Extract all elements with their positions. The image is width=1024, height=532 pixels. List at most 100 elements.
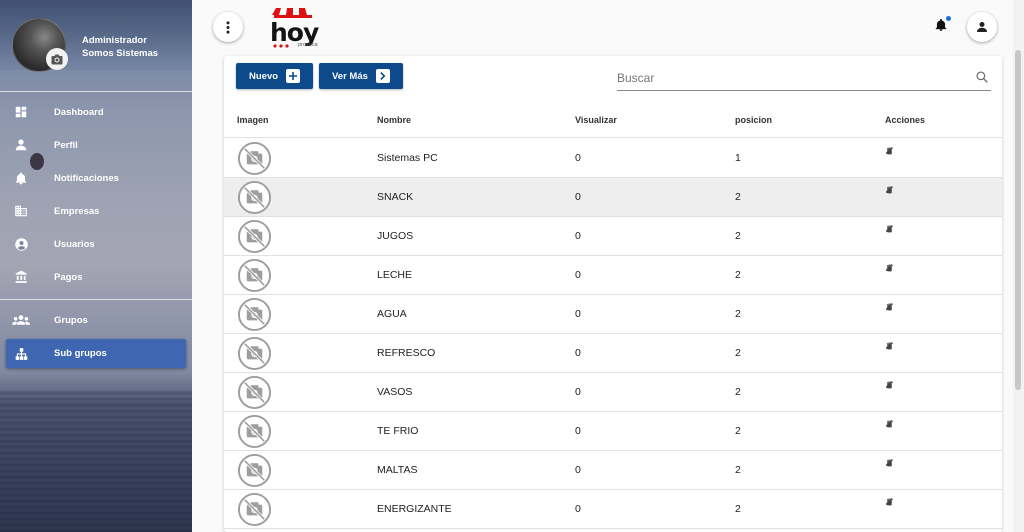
sidebar-item-pagos[interactable]: Pagos [6, 263, 186, 291]
sidebar-item-grupos[interactable]: Grupos [6, 306, 186, 334]
search-input[interactable] [617, 69, 957, 87]
camera-icon[interactable] [46, 48, 68, 70]
logo-dots [273, 44, 289, 48]
cell-nombre: ENERGIZANTE [377, 503, 452, 515]
cell-nombre: LECHE [377, 269, 413, 281]
cell-nombre: REFRESCO [377, 347, 436, 359]
no-image-icon [237, 141, 272, 176]
cell-visualizar: 0 [575, 425, 581, 437]
account-button[interactable] [967, 12, 997, 42]
user-profile: Administrador Somos Sistemas [12, 18, 192, 78]
cell-visualizar: 0 [575, 308, 581, 320]
scrollbar-thumb[interactable] [1015, 50, 1021, 390]
cell-visualizar: 0 [575, 464, 581, 476]
cell-posicion: 2 [735, 347, 741, 359]
cell-nombre: TE FRIO [377, 425, 419, 437]
profile-company: Somos Sistemas [82, 48, 159, 59]
cell-posicion: 2 [735, 503, 741, 515]
column-header-imagen[interactable]: Imagen [237, 115, 269, 125]
cell-posicion: 2 [735, 308, 741, 320]
cell-nombre: AGUA [377, 308, 407, 320]
new-button[interactable]: Nuevo [236, 63, 313, 89]
search-field[interactable] [617, 65, 991, 91]
new-button-label: Nuevo [249, 70, 279, 82]
notification-dot [946, 16, 951, 21]
sidebar-divider [0, 91, 192, 92]
delete-icon[interactable] [885, 263, 894, 276]
more-vert-icon [226, 20, 230, 34]
cell-posicion: 2 [735, 191, 741, 203]
cell-visualizar: 0 [575, 191, 581, 203]
bank-icon [6, 270, 36, 284]
sidebar-item-label: Dashboard [54, 106, 104, 118]
table-row[interactable]: Sistemas PC 0 1 [224, 139, 1002, 178]
sidebar-item-notificaciones[interactable]: Notificaciones [6, 164, 186, 192]
no-image-icon [237, 258, 272, 293]
cell-nombre: JUGOS [377, 230, 414, 242]
top-bar: hoy provoca [192, 0, 1024, 52]
cell-posicion: 1 [735, 152, 741, 164]
sidebar-item-label: Sub grupos [54, 348, 107, 359]
delete-icon[interactable] [885, 419, 894, 432]
account-circle-icon [6, 237, 36, 252]
sidebar-item-label: Notificaciones [54, 172, 119, 184]
delete-icon[interactable] [885, 185, 894, 198]
delete-icon[interactable] [885, 380, 894, 393]
column-header-visualizar[interactable]: Visualizar [575, 115, 617, 125]
sidebar-item-dashboard[interactable]: Dashboard [6, 98, 186, 126]
delete-icon[interactable] [885, 341, 894, 354]
building-icon [6, 204, 36, 218]
delete-icon[interactable] [885, 302, 894, 315]
see-more-label: Ver Más [332, 70, 368, 82]
cell-nombre: Sistemas PC [377, 152, 438, 164]
cell-visualizar: 0 [575, 230, 581, 242]
no-image-icon [237, 414, 272, 449]
table-row[interactable]: LECHE 0 2 [224, 256, 1002, 295]
menu-button[interactable] [213, 12, 243, 42]
delete-icon[interactable] [885, 224, 894, 237]
delete-icon[interactable] [885, 497, 894, 510]
table-row[interactable]: MALTAS 0 2 [224, 451, 1002, 490]
no-image-icon [237, 375, 272, 410]
dashboard-icon [6, 105, 36, 119]
sidebar-item-empresas[interactable]: Empresas [6, 197, 186, 225]
table-row[interactable]: AGUA 0 2 [224, 295, 1002, 334]
person-icon [6, 138, 36, 152]
table-row[interactable]: VASOS 0 2 [224, 373, 1002, 412]
delete-icon[interactable] [885, 146, 894, 159]
sidebar-item-label: Pagos [54, 271, 83, 283]
cell-nombre: VASOS [377, 386, 413, 398]
notifications-button[interactable] [934, 16, 951, 35]
table-row[interactable]: SNACK 0 2 [224, 178, 1002, 217]
sidebar-item-usuarios[interactable]: Usuarios [6, 230, 186, 258]
cell-nombre: SNACK [377, 191, 414, 203]
search-icon[interactable] [975, 70, 989, 84]
sitemap-icon [6, 347, 36, 361]
table-row[interactable]: ENERGIZANTE 0 2 [224, 490, 1002, 529]
cell-posicion: 2 [735, 464, 741, 476]
column-header-nombre[interactable]: Nombre [377, 115, 411, 125]
logo-subtext: provoca [298, 42, 318, 48]
cell-posicion: 2 [735, 425, 741, 437]
table-row[interactable]: TE FRIO 0 2 [224, 412, 1002, 451]
table-row[interactable]: REFRESCO 0 2 [224, 334, 1002, 373]
subgroups-card: Nuevo Ver Más Imagen Nombre Visualizar p… [224, 56, 1002, 532]
sidebar-divider [0, 299, 192, 300]
group-icon [6, 314, 36, 326]
cell-posicion: 2 [735, 386, 741, 398]
see-more-button[interactable]: Ver Más [319, 63, 403, 89]
no-image-icon [237, 297, 272, 332]
cell-visualizar: 0 [575, 269, 581, 281]
no-image-icon [237, 492, 272, 527]
column-header-posicion[interactable]: posicion [735, 115, 772, 125]
sidebar: Administrador Somos Sistemas Dashboard P… [0, 0, 192, 532]
cell-posicion: 2 [735, 230, 741, 242]
brand-logo[interactable]: hoy provoca [268, 4, 328, 50]
cell-visualizar: 0 [575, 503, 581, 515]
table-row[interactable]: JUGOS 0 2 [224, 217, 1002, 256]
person-icon [977, 22, 987, 32]
delete-icon[interactable] [885, 458, 894, 471]
cell-nombre: MALTAS [377, 464, 418, 476]
sidebar-item-perfil[interactable]: Perfil [6, 131, 186, 159]
sidebar-item-sub-grupos[interactable]: Sub grupos [6, 339, 186, 368]
